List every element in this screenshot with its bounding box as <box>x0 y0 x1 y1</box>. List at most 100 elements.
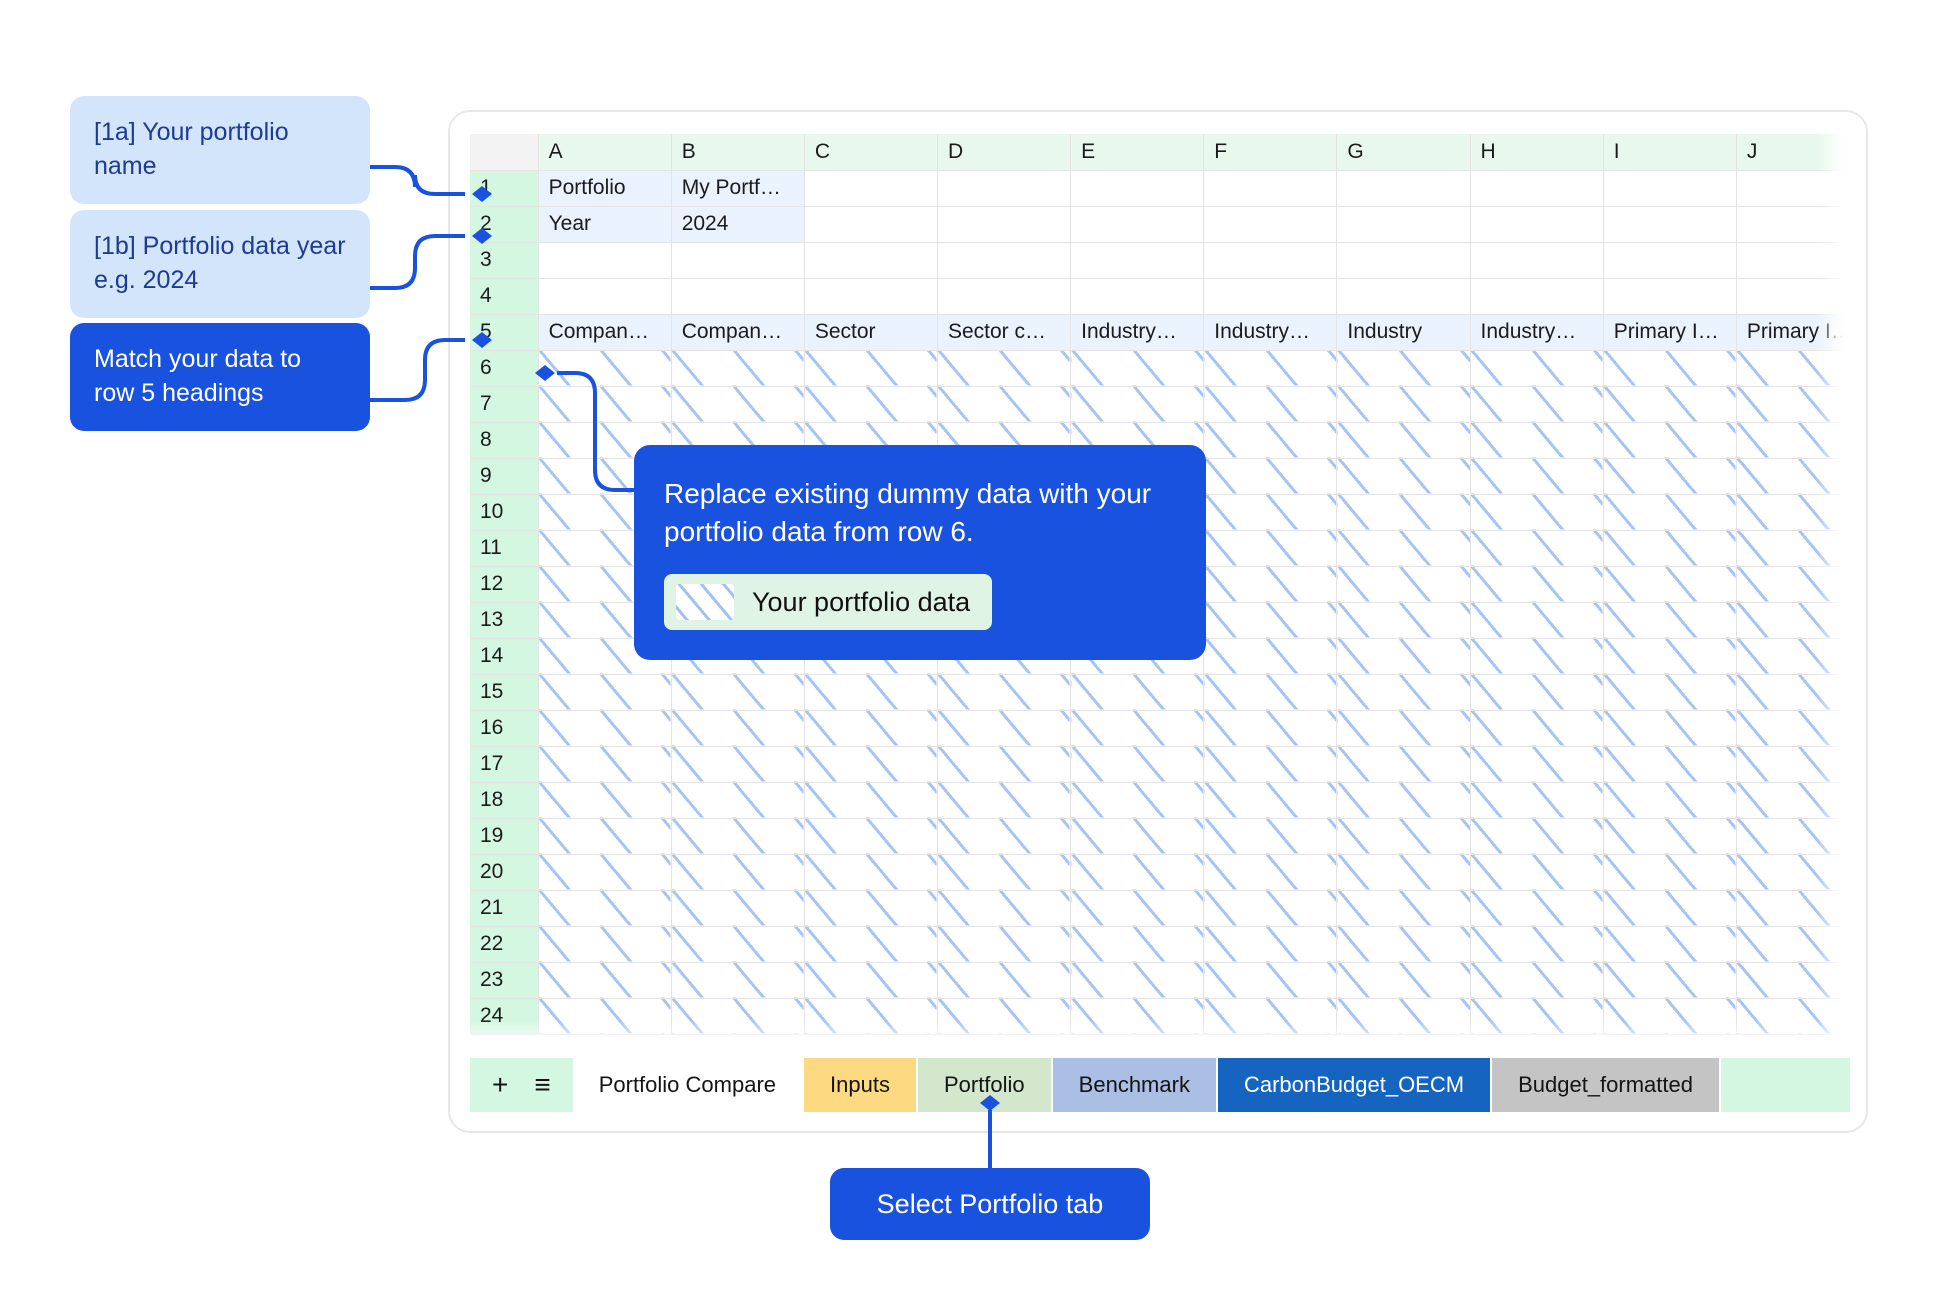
cell-d21[interactable] <box>937 890 1072 927</box>
row-header-12[interactable]: 12 <box>470 566 539 603</box>
cell-c3[interactable] <box>804 242 938 279</box>
cell-j1[interactable] <box>1736 170 1850 207</box>
cell-g12[interactable] <box>1336 566 1471 603</box>
row-header-22[interactable]: 22 <box>470 926 539 963</box>
row-header-7[interactable]: 7 <box>470 386 539 423</box>
cell-f9[interactable] <box>1203 458 1338 495</box>
cell-b4[interactable] <box>671 278 805 315</box>
cell-j19[interactable] <box>1736 818 1850 855</box>
cell-e16[interactable] <box>1070 710 1205 747</box>
cell-j18[interactable] <box>1736 782 1850 819</box>
cell-f15[interactable] <box>1203 674 1338 711</box>
cell-h23[interactable] <box>1470 962 1604 999</box>
row-header-11[interactable]: 11 <box>470 530 539 567</box>
cell-b21[interactable] <box>671 890 805 927</box>
cell-f18[interactable] <box>1203 782 1338 819</box>
column-header-e[interactable]: E <box>1070 134 1205 171</box>
cell-f20[interactable] <box>1203 854 1338 891</box>
cell-c24[interactable] <box>804 998 938 1035</box>
row-header-23[interactable]: 23 <box>470 962 539 999</box>
cell-g10[interactable] <box>1336 494 1471 531</box>
cell-f10[interactable] <box>1203 494 1338 531</box>
cell-g17[interactable] <box>1336 746 1471 783</box>
row-header-10[interactable]: 10 <box>470 494 539 531</box>
cell-j23[interactable] <box>1736 962 1850 999</box>
cell-h19[interactable] <box>1470 818 1604 855</box>
cell-e3[interactable] <box>1070 242 1205 279</box>
cell-d5[interactable]: Sector c… <box>937 314 1072 351</box>
cell-i10[interactable] <box>1603 494 1737 531</box>
cell-j11[interactable] <box>1736 530 1850 567</box>
cell-j8[interactable] <box>1736 422 1850 459</box>
cell-d24[interactable] <box>937 998 1072 1035</box>
cell-h12[interactable] <box>1470 566 1604 603</box>
cell-a4[interactable] <box>538 278 672 315</box>
cell-b16[interactable] <box>671 710 805 747</box>
cell-c1[interactable] <box>804 170 938 207</box>
cell-j5[interactable]: Primary I… <box>1736 314 1850 351</box>
cell-h4[interactable] <box>1470 278 1604 315</box>
cell-e19[interactable] <box>1070 818 1205 855</box>
cell-g22[interactable] <box>1336 926 1471 963</box>
column-header-d[interactable]: D <box>937 134 1072 171</box>
cell-j22[interactable] <box>1736 926 1850 963</box>
cell-e20[interactable] <box>1070 854 1205 891</box>
cell-c22[interactable] <box>804 926 938 963</box>
cell-g14[interactable] <box>1336 638 1471 675</box>
column-header-b[interactable]: B <box>671 134 805 171</box>
cell-f19[interactable] <box>1203 818 1338 855</box>
cell-h6[interactable] <box>1470 350 1604 387</box>
cell-f11[interactable] <box>1203 530 1338 567</box>
row-header-13[interactable]: 13 <box>470 602 539 639</box>
cell-b7[interactable] <box>671 386 805 423</box>
cell-i3[interactable] <box>1603 242 1737 279</box>
cell-i13[interactable] <box>1603 602 1737 639</box>
cell-i20[interactable] <box>1603 854 1737 891</box>
cell-d16[interactable] <box>937 710 1072 747</box>
cell-g2[interactable] <box>1336 206 1471 243</box>
row-header-18[interactable]: 18 <box>470 782 539 819</box>
row-header-3[interactable]: 3 <box>470 242 539 279</box>
cell-d23[interactable] <box>937 962 1072 999</box>
cell-f12[interactable] <box>1203 566 1338 603</box>
row-header-19[interactable]: 19 <box>470 818 539 855</box>
column-header-g[interactable]: G <box>1336 134 1471 171</box>
column-header-i[interactable]: I <box>1603 134 1737 171</box>
cell-f16[interactable] <box>1203 710 1338 747</box>
cell-i24[interactable] <box>1603 998 1737 1035</box>
cell-f2[interactable] <box>1203 206 1338 243</box>
cell-f7[interactable] <box>1203 386 1338 423</box>
sheet-tab-carbonbudget-oecm[interactable]: CarbonBudget_OECM <box>1217 1058 1493 1112</box>
cell-h14[interactable] <box>1470 638 1604 675</box>
cell-i8[interactable] <box>1603 422 1737 459</box>
cell-d15[interactable] <box>937 674 1072 711</box>
cell-e21[interactable] <box>1070 890 1205 927</box>
cell-d17[interactable] <box>937 746 1072 783</box>
row-header-2[interactable]: 2 <box>470 206 539 243</box>
cell-e22[interactable] <box>1070 926 1205 963</box>
cell-c4[interactable] <box>804 278 938 315</box>
cell-f24[interactable] <box>1203 998 1338 1035</box>
cell-c15[interactable] <box>804 674 938 711</box>
cell-b6[interactable] <box>671 350 805 387</box>
cell-b24[interactable] <box>671 998 805 1035</box>
cell-i5[interactable]: Primary I… <box>1603 314 1737 351</box>
cell-h10[interactable] <box>1470 494 1604 531</box>
cell-a21[interactable] <box>538 890 672 927</box>
cell-a24[interactable] <box>538 998 672 1035</box>
cell-h8[interactable] <box>1470 422 1604 459</box>
cell-g8[interactable] <box>1336 422 1471 459</box>
row-header-4[interactable]: 4 <box>470 278 539 315</box>
cell-g7[interactable] <box>1336 386 1471 423</box>
cell-d18[interactable] <box>937 782 1072 819</box>
cell-a3[interactable] <box>538 242 672 279</box>
cell-a5[interactable]: Compan… <box>538 314 672 351</box>
cell-i11[interactable] <box>1603 530 1737 567</box>
column-header-j[interactable]: J <box>1736 134 1850 171</box>
cell-g18[interactable] <box>1336 782 1471 819</box>
add-sheet-icon[interactable]: + <box>492 1071 508 1099</box>
cell-b18[interactable] <box>671 782 805 819</box>
cell-c6[interactable] <box>804 350 938 387</box>
cell-a16[interactable] <box>538 710 672 747</box>
cell-b20[interactable] <box>671 854 805 891</box>
